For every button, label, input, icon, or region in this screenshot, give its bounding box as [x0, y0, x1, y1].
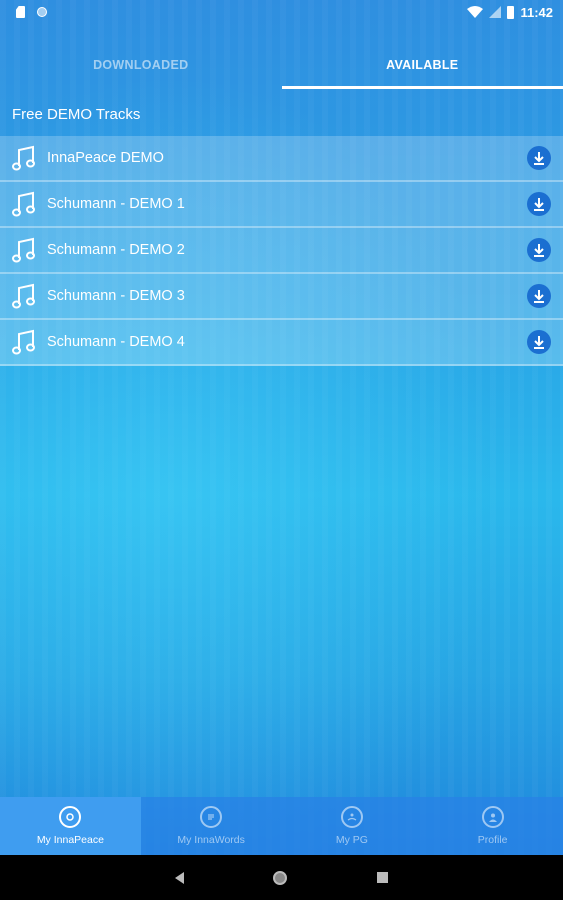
track-title: InnaPeace DEMO [47, 150, 164, 166]
nav-label: My InnaPeace [36, 834, 104, 846]
download-icon [534, 244, 544, 257]
download-button[interactable] [527, 146, 551, 170]
track-row[interactable]: Schumann - DEMO 3 [0, 274, 563, 320]
download-icon [534, 336, 544, 349]
innawords-icon [200, 806, 223, 828]
music-note-icon [12, 237, 35, 263]
download-button[interactable] [527, 192, 551, 216]
status-time: 11:42 [520, 4, 553, 20]
system-navigation-bar [0, 855, 563, 900]
download-icon [534, 198, 544, 211]
download-icon [534, 290, 544, 303]
home-icon[interactable] [273, 870, 288, 885]
track-row[interactable]: Schumann - DEMO 2 [0, 228, 563, 274]
tab-bar: DOWNLOADED AVAILABLE [0, 42, 563, 89]
music-note-icon [12, 329, 35, 355]
music-note-icon [12, 283, 35, 309]
track-title: Schumann - DEMO 2 [47, 242, 185, 258]
download-button[interactable] [527, 284, 551, 308]
track-title: Schumann - DEMO 1 [47, 196, 185, 212]
track-row[interactable]: Schumann - DEMO 1 [0, 182, 563, 228]
status-bar: 11:42 [0, 0, 563, 24]
notification-dot-icon [37, 7, 47, 17]
nav-my-innapeace[interactable]: My InnaPeace [0, 797, 141, 855]
nav-label: Profile [477, 834, 508, 846]
track-title: Schumann - DEMO 3 [47, 288, 185, 304]
innapeace-icon [59, 806, 82, 828]
recent-apps-icon[interactable] [377, 872, 389, 883]
bottom-navigation: My InnaPeace My InnaWords My PG Profile [0, 797, 563, 855]
battery-icon [507, 5, 515, 19]
section-title: Free DEMO Tracks [12, 105, 141, 123]
nav-my-pg[interactable]: My PG [282, 797, 423, 855]
tab-downloaded[interactable]: DOWNLOADED [0, 42, 282, 88]
music-note-icon [12, 145, 35, 171]
download-icon [534, 152, 544, 165]
sd-card-icon [16, 6, 25, 18]
background [0, 0, 563, 900]
signal-icon [489, 6, 502, 18]
nav-profile[interactable]: Profile [422, 797, 563, 855]
meditation-icon [340, 806, 363, 828]
nav-label: My InnaWords [177, 834, 245, 846]
download-button[interactable] [527, 330, 551, 354]
track-row[interactable]: InnaPeace DEMO [0, 136, 563, 182]
profile-icon [481, 806, 504, 828]
track-list: InnaPeace DEMO Schumann - DEMO 1 Schuman… [0, 136, 563, 366]
back-icon[interactable] [174, 871, 184, 884]
track-row[interactable]: Schumann - DEMO 4 [0, 320, 563, 366]
tab-available[interactable]: AVAILABLE [281, 42, 563, 89]
music-note-icon [12, 191, 35, 217]
download-button[interactable] [527, 238, 551, 262]
track-title: Schumann - DEMO 4 [47, 334, 185, 350]
nav-my-innawords[interactable]: My InnaWords [141, 797, 282, 855]
wifi-icon [467, 6, 484, 18]
nav-label: My PG [335, 834, 368, 846]
